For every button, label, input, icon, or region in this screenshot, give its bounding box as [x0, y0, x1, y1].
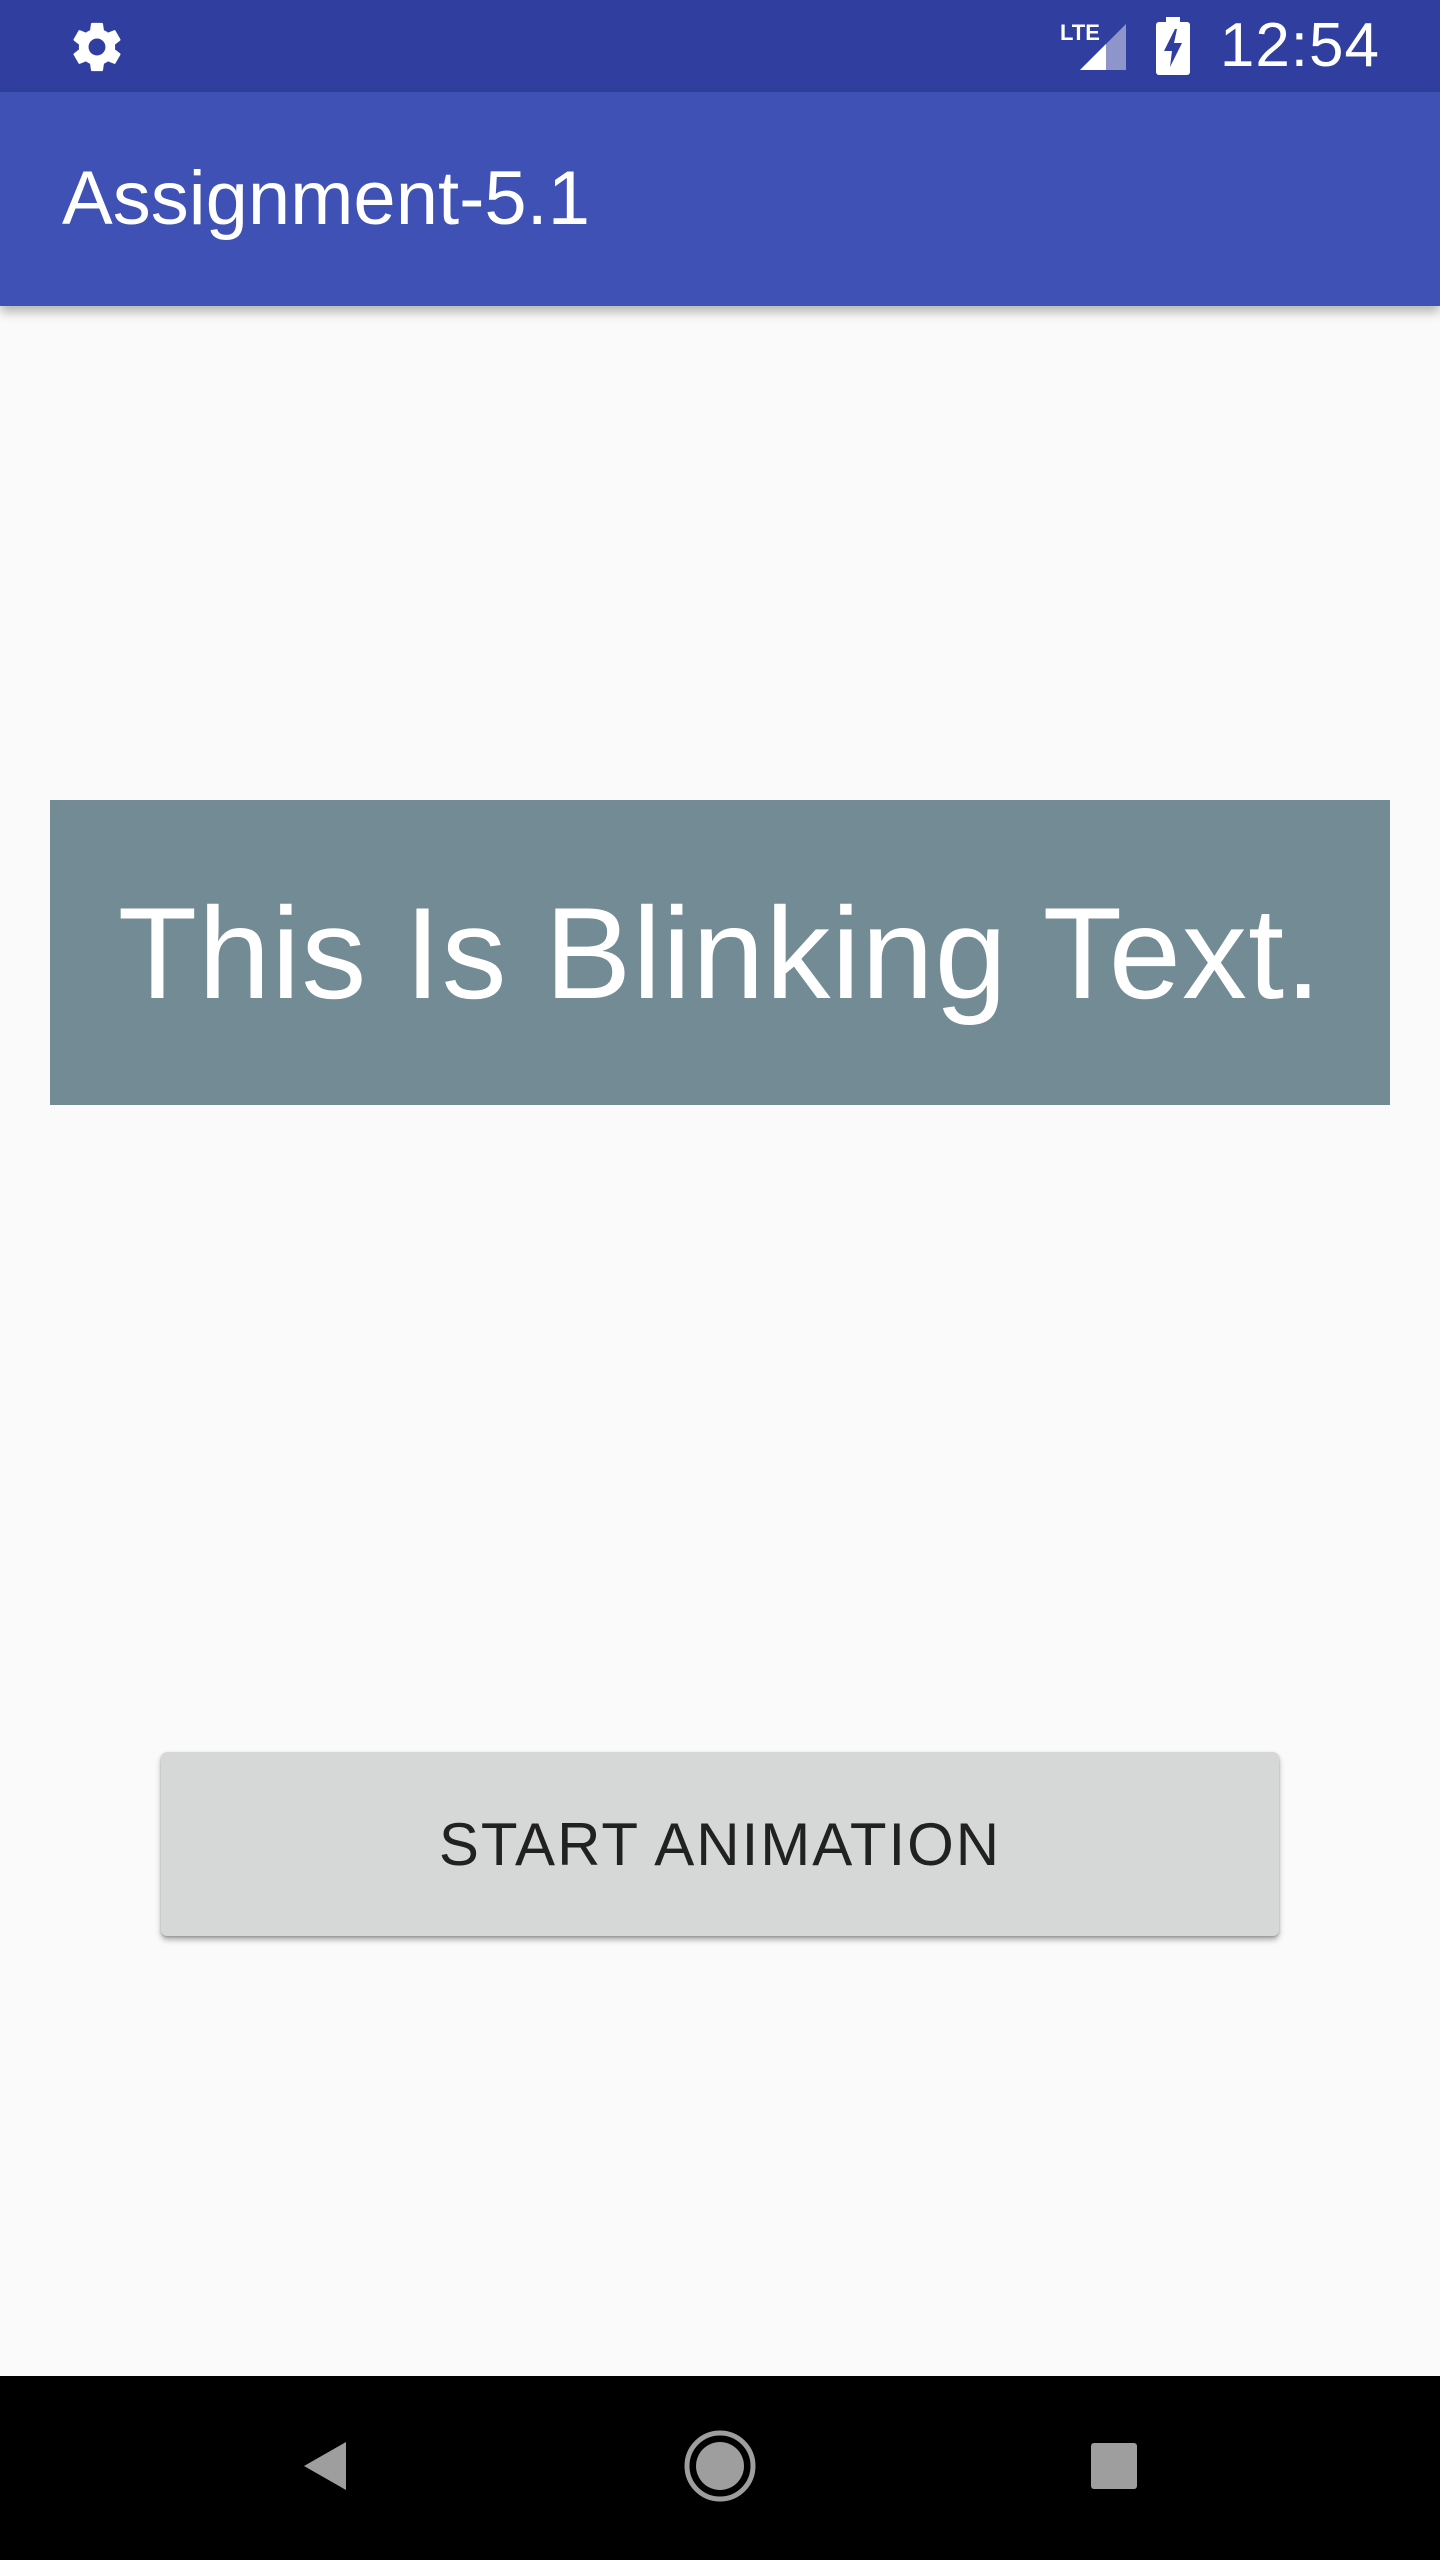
nav-recents-button[interactable]: [1034, 2376, 1194, 2560]
nav-back-button[interactable]: [246, 2376, 406, 2560]
cell-signal-icon: LTE: [1058, 16, 1128, 76]
app-bar: Assignment-5.1: [0, 92, 1440, 306]
status-icons: LTE 12:54: [1058, 0, 1380, 92]
nav-home-button[interactable]: [640, 2376, 800, 2560]
gear-icon: [68, 18, 126, 76]
blinking-text: This Is Blinking Text.: [117, 879, 1323, 1026]
start-animation-button-label: START ANIMATION: [438, 1810, 1002, 1878]
home-circle-icon: [683, 2429, 757, 2508]
screen: LTE 12:54 Assignment-5.1 This Is Blinkin…: [0, 0, 1440, 2560]
battery-charging-icon: [1155, 17, 1190, 75]
app-title: Assignment-5.1: [62, 156, 591, 241]
back-triangle-icon: [296, 2436, 356, 2501]
network-type-label: LTE: [1060, 20, 1100, 45]
status-clock: 12:54: [1219, 11, 1380, 80]
navigation-bar: [0, 2376, 1440, 2560]
status-bar: LTE 12:54: [0, 0, 1440, 92]
blinking-text-box: This Is Blinking Text.: [50, 800, 1390, 1105]
recents-square-icon: [1089, 2441, 1139, 2496]
start-animation-button[interactable]: START ANIMATION: [161, 1752, 1279, 1936]
